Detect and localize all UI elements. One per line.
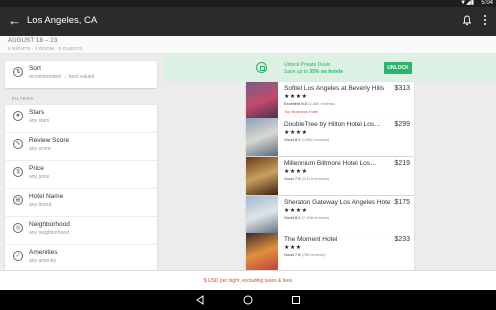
hotel-icon: ▤ [13,195,23,205]
filter-value: any neighborhood [29,230,70,236]
hotel-name: The Moment Hotel [284,236,338,243]
filter-value: any amenity [29,258,56,264]
hotel-price: $219 [394,160,410,167]
price-notice-text: $ USD per night, excluding taxes & fees [203,278,293,284]
hotel-stars: ★★★★ [284,169,308,175]
lock-icon [256,62,267,73]
hotel-stars: ★★★★ [284,208,308,214]
hotel-price: $313 [394,85,410,92]
hotel-card[interactable]: The Moment Hotel $233 ★★★ Good 7.8 (788 … [246,233,414,270]
home-nav-icon[interactable] [242,294,254,306]
hotel-price: $299 [394,121,410,128]
price-icon: $ [13,167,23,177]
filter-hotel-name[interactable]: ▤ Hotel Name any brand [5,189,157,217]
review-count: (3,419 reviews) [301,176,329,181]
rating-score: Good 8.0 [284,137,301,142]
hotel-name: Sofitel Los Angeles at Beverly Hills [284,85,385,92]
hotel-card[interactable]: Sofitel Los Angeles at Beverly Hills $31… [246,82,414,120]
hotel-photo [246,157,278,195]
hotel-photo [246,82,278,120]
status-bar: ▼◢▮ 5:04 [0,0,496,7]
rating-score: Good 7.5 [284,176,301,181]
hotel-name: Sheraton Gateway Los Angeles Hotel [284,199,390,206]
clock: 5:04 [481,0,493,6]
filter-value: any brand [29,202,52,208]
hotel-results: Unlock Private Deals Save up to 35% on h… [163,54,496,270]
signal-icons: ▼◢▮ [460,0,474,6]
filter-review-score[interactable]: ✎ Review Score any score [5,133,157,161]
notification-bell-icon[interactable] [463,15,471,26]
hotel-photo [246,196,278,234]
private-deals-banner: Unlock Private Deals Save up to 35% on h… [163,54,496,82]
hotel-tag: Top Business Hotel [284,109,319,114]
recents-nav-icon[interactable] [290,294,302,306]
filter-title: Stars [29,109,45,116]
hotel-card[interactable]: Millennium Biltmore Hotel Los… $219 ★★★★… [246,157,414,195]
back-arrow-icon[interactable]: ← [8,13,21,29]
trip-details: 5 NIGHTS · 1 ROOM · 2 GUESTS [8,46,83,51]
amenities-icon: ✓ [13,251,23,261]
page-title: Los Angeles, CA [27,15,98,26]
filter-title: Amenities [29,249,58,256]
hotel-rating: Good 8.0 (1,862 reviews) [284,137,329,142]
hotel-stars: ★★★★ [284,94,308,100]
filter-sidebar: ⇅ Sort recommended → best valued FILTERS… [0,54,163,270]
hotel-stars: ★★★ [284,245,302,251]
hotel-stars: ★★★★ [284,130,308,136]
hotel-name: DoubleTree by Hilton Hotel Los… [284,121,381,128]
deal-highlight: 35% on hotels [309,69,343,75]
hotel-price: $233 [394,236,410,243]
filter-value: any price [29,174,50,180]
app-bar: ← Los Angeles, CA [0,7,496,36]
hotel-price: $175 [394,199,410,206]
review-count: (7,458 reviews) [301,215,329,220]
hotel-card[interactable]: Sheraton Gateway Los Angeles Hotel $175 … [246,196,414,234]
trip-dates: AUGUST 18 – 23 [8,38,58,44]
filter-neighborhood[interactable]: ◎ Neighborhood any neighborhood [5,217,157,245]
hotel-card[interactable]: DoubleTree by Hilton Hotel Los… $299 ★★★… [246,118,414,156]
back-nav-icon[interactable] [194,294,206,306]
rating-score: Good 7.8 [284,252,301,257]
sort-title: Sort [29,65,41,72]
filter-title: Hotel Name [29,193,64,200]
hotel-photo [246,233,278,270]
review-count: (1,862 reviews) [301,137,329,142]
rating-score: Good 8.0 [284,215,301,220]
price-notice: $ USD per night, excluding taxes & fees [0,270,496,290]
system-nav-bar [0,290,496,310]
review-count: (788 reviews) [301,252,326,257]
unlock-button[interactable]: UNLOCK [384,62,412,74]
filter-stars[interactable]: ★ Stars any stars [5,105,157,133]
review-icon: ✎ [13,139,23,149]
location-icon: ◎ [13,223,23,233]
filter-title: Neighborhood [29,221,70,228]
hotel-rating: Good 7.5 (3,419 reviews) [284,176,329,181]
hotel-rating: Good 8.0 (7,458 reviews) [284,215,329,220]
star-icon: ★ [13,111,23,121]
filter-value: any stars [29,118,50,124]
hotel-photo [246,118,278,156]
hotel-rating: Excellent 8.5 (2,085 reviews) [284,101,335,106]
overflow-menu-icon[interactable] [483,15,487,27]
hotel-name: Millennium Biltmore Hotel Los… [284,160,377,167]
filter-list: ★ Stars any stars ✎ Review Score any sco… [5,105,157,270]
rating-score: Excellent 8.5 [284,101,307,106]
sort-icon: ⇅ [13,67,23,77]
filter-value: any score [29,146,51,152]
trip-summary[interactable]: AUGUST 18 – 23 5 NIGHTS · 1 ROOM · 2 GUE… [0,36,496,54]
filter-amenities[interactable]: ✓ Amenities any amenity [5,245,157,270]
review-count: (2,085 reviews) [308,101,336,106]
deal-title: Unlock Private Deals [284,62,331,68]
filter-price[interactable]: $ Price any price [5,161,157,189]
hotel-rating: Good 7.8 (788 reviews) [284,252,326,257]
deal-subtitle-prefix: Save up to [284,69,310,75]
filters-heading: FILTERS [12,96,34,101]
deal-subtitle: Save up to 35% on hotels [284,69,343,75]
sort-option[interactable]: ⇅ Sort recommended → best valued [5,61,157,88]
filter-title: Price [29,165,44,172]
sort-subtitle: recommended → best valued [29,74,95,80]
filter-title: Review Score [29,137,70,144]
